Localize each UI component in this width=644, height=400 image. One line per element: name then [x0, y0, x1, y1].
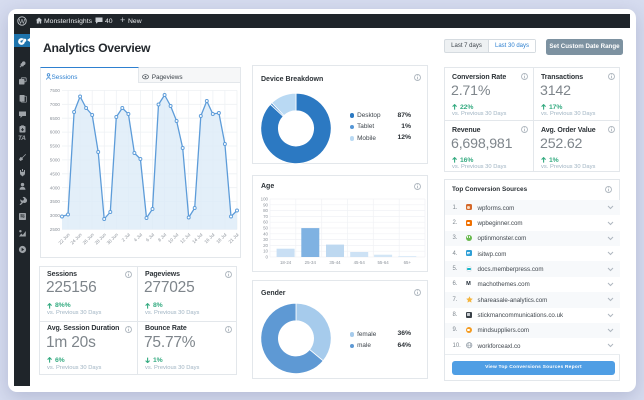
svg-text:21 Jul: 21 Jul: [227, 232, 239, 244]
svg-text:18-24: 18-24: [280, 260, 292, 265]
svg-text:10 Jul: 10 Jul: [167, 232, 179, 244]
svg-text:55-64: 55-64: [377, 260, 389, 265]
svg-text:7500: 7500: [50, 88, 61, 93]
svg-text:40: 40: [263, 231, 268, 236]
svg-text:60: 60: [263, 220, 268, 225]
svg-text:2500: 2500: [50, 227, 61, 232]
svg-text:80: 80: [263, 208, 268, 213]
svg-text:12 Jul: 12 Jul: [179, 232, 191, 244]
svg-text:5000: 5000: [50, 158, 61, 163]
svg-text:22 Jun: 22 Jun: [58, 232, 72, 246]
svg-text:24 Jun: 24 Jun: [70, 232, 84, 246]
svg-text:4 Jul: 4 Jul: [133, 232, 143, 242]
svg-text:6 Jul: 6 Jul: [145, 232, 155, 242]
svg-text:30 Jun: 30 Jun: [106, 232, 120, 246]
svg-text:2 Jul: 2 Jul: [121, 232, 131, 242]
svg-text:6500: 6500: [50, 116, 61, 121]
svg-text:90: 90: [263, 202, 268, 207]
svg-text:W: W: [19, 18, 26, 25]
svg-text:18 Jul: 18 Jul: [215, 232, 227, 244]
svg-text:4500: 4500: [50, 171, 61, 176]
svg-text:65+: 65+: [404, 260, 412, 265]
svg-text:16 Jul: 16 Jul: [203, 232, 215, 244]
svg-text:7000: 7000: [50, 102, 61, 107]
svg-text:100: 100: [261, 197, 269, 202]
svg-text:10: 10: [263, 249, 268, 254]
svg-text:3000: 3000: [50, 213, 61, 218]
svg-text:26 Jun: 26 Jun: [82, 232, 96, 246]
svg-text:25-34: 25-34: [305, 260, 317, 265]
svg-text:35-44: 35-44: [329, 260, 341, 265]
svg-text:8 Jul: 8 Jul: [157, 232, 167, 242]
svg-text:45-54: 45-54: [354, 260, 366, 265]
svg-text:6000: 6000: [50, 130, 61, 135]
svg-text:5500: 5500: [50, 144, 61, 149]
svg-text:30: 30: [263, 237, 268, 242]
svg-text:50: 50: [263, 226, 268, 231]
svg-text:3500: 3500: [50, 199, 61, 204]
svg-text:0: 0: [266, 255, 269, 260]
svg-text:28 Jun: 28 Jun: [94, 232, 108, 246]
svg-text:4000: 4000: [50, 185, 61, 190]
svg-text:14 Jul: 14 Jul: [191, 232, 203, 244]
svg-text:70: 70: [263, 214, 268, 219]
svg-text:20: 20: [263, 243, 268, 248]
